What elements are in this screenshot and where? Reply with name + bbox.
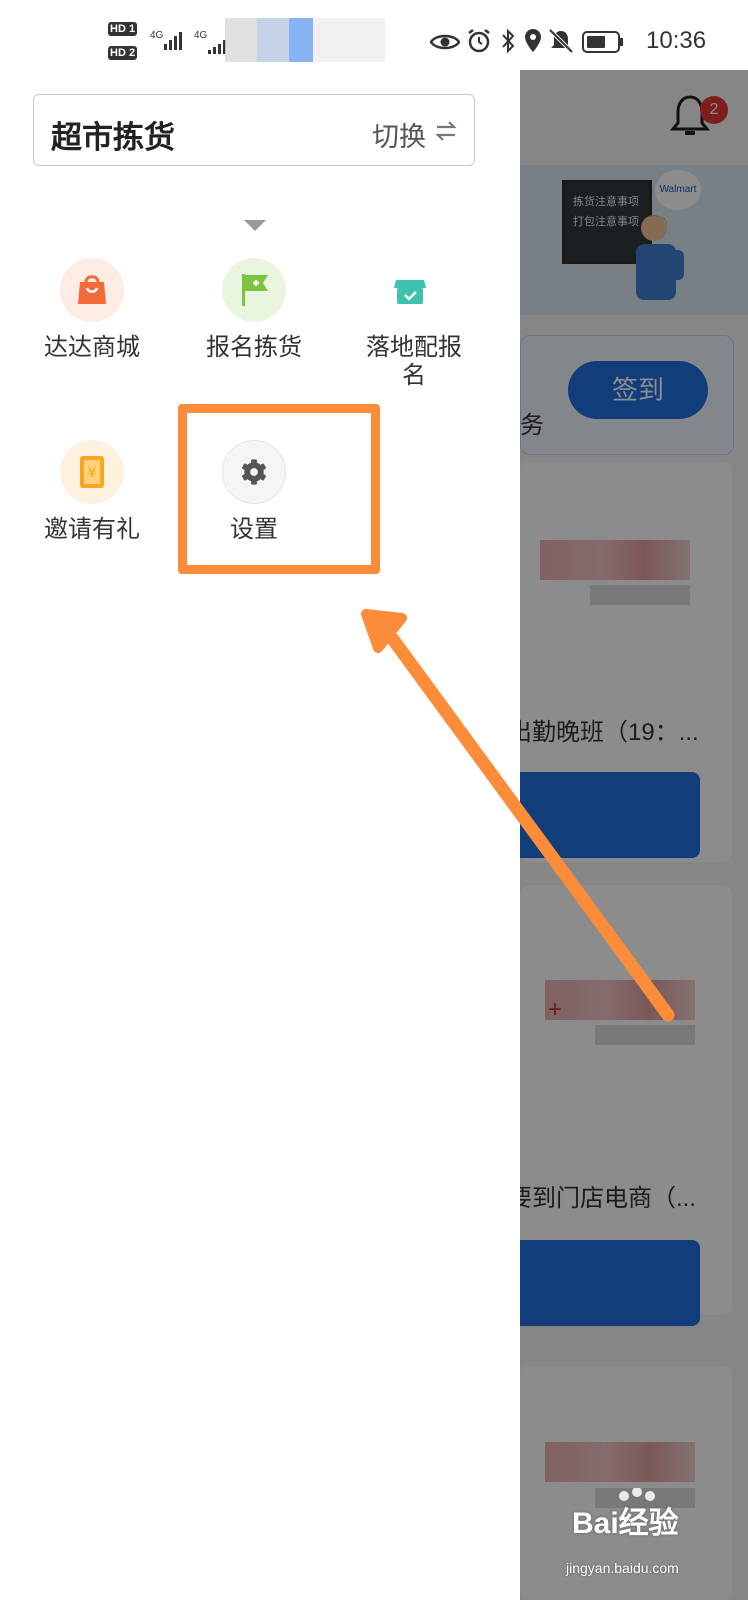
- sim2-badge: HD 2: [108, 46, 138, 60]
- watermark-url: jingyan.baidu.com: [566, 1560, 679, 1576]
- store-icon: [378, 258, 442, 322]
- eye-icon: [430, 34, 460, 50]
- switch-label[interactable]: 切换: [372, 115, 426, 154]
- alarm-icon: [468, 29, 490, 53]
- mute-icon: [548, 28, 574, 54]
- menu-item-label: 达达商城: [44, 334, 140, 361]
- menu-item-dada-mall[interactable]: 达达商城: [17, 258, 167, 362]
- menu-item-label: 报名拣货: [206, 334, 302, 361]
- chevron-down-icon[interactable]: [244, 220, 266, 231]
- bluetooth-icon: [502, 28, 515, 54]
- swap-icon[interactable]: [434, 119, 458, 143]
- side-drawer: 超市拣货 切换 达达商城 报名拣货 落地配报名 ¥ 邀请有礼 设置: [0, 70, 520, 1600]
- business-title: 超市拣货: [51, 120, 175, 155]
- battery-icon: [582, 31, 623, 53]
- sim1-badge: HD 1: [108, 22, 138, 36]
- menu-item-invite-reward[interactable]: ¥ 邀请有礼: [17, 440, 167, 544]
- menu-item-label: 落地配报名: [366, 334, 462, 389]
- highlight-box: [178, 404, 380, 574]
- signal-bars-1: [164, 32, 184, 50]
- menu-item-signup-picking[interactable]: 报名拣货: [179, 258, 329, 362]
- network-type-1: 4G: [150, 30, 164, 41]
- flag-icon: [222, 258, 286, 322]
- status-time: 10:36: [646, 27, 707, 54]
- menu-item-delivery-signup[interactable]: 落地配报名: [335, 258, 485, 390]
- coupon-icon: ¥: [60, 440, 124, 504]
- menu-item-label: 邀请有礼: [44, 516, 140, 543]
- shopping-bag-icon: [60, 258, 124, 322]
- location-icon: [525, 29, 541, 52]
- svg-text:¥: ¥: [88, 465, 97, 481]
- network-type-2: 4G: [194, 30, 208, 41]
- business-selector[interactable]: 超市拣货 切换: [33, 94, 475, 166]
- redacted-block: [225, 18, 385, 62]
- status-bar: HD 1 HD 2 4G 4G 10:36: [0, 0, 748, 70]
- watermark-text: Bai经验: [572, 1507, 679, 1540]
- drawer-overlay-scrim[interactable]: [520, 70, 748, 1600]
